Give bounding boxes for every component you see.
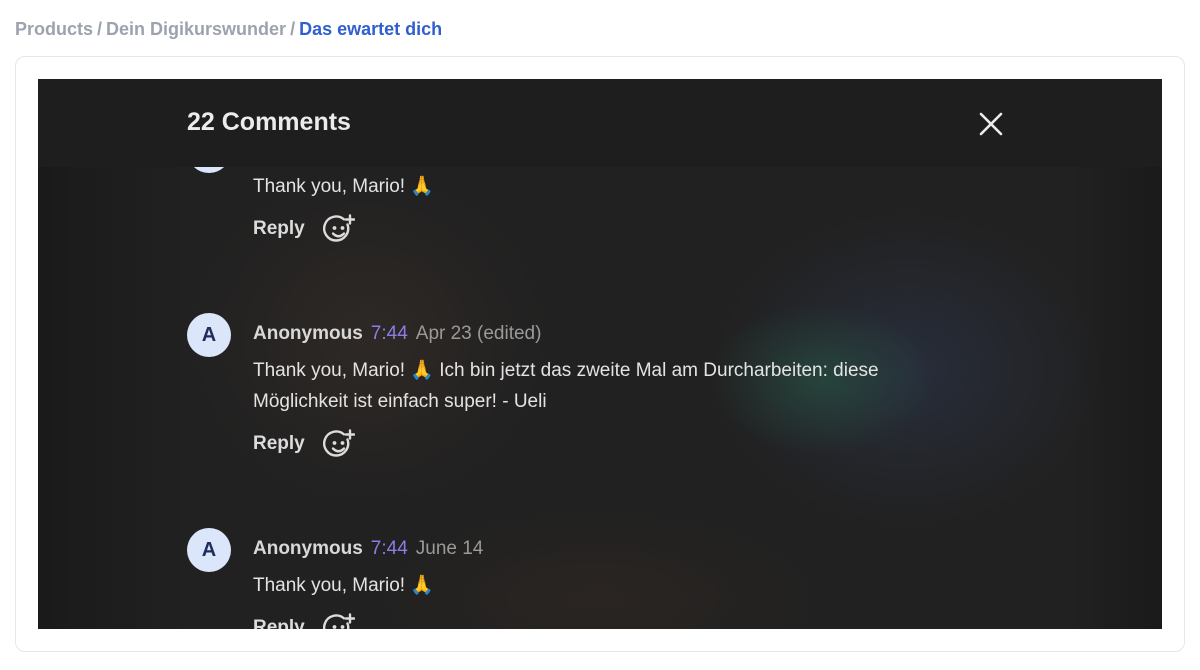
comment-date: Apr 23 (edited) xyxy=(415,323,542,344)
add-reaction-icon[interactable] xyxy=(323,613,355,629)
comments-count-title: 22 Comments xyxy=(187,108,351,136)
breadcrumb-separator: / xyxy=(290,19,296,39)
comment-timestamp-link[interactable]: 7:44 xyxy=(371,538,408,559)
comment-text: Thank you, Mario! 🙏 xyxy=(253,575,435,596)
add-reaction-icon[interactable] xyxy=(323,214,355,246)
avatar xyxy=(187,167,231,173)
comments-list[interactable]: Thank you, Mario! 🙏 Reply A Anonymous 7:… xyxy=(38,167,1162,629)
comment-meta: Anonymous 7:44 June 14 xyxy=(253,538,483,560)
add-reaction-icon[interactable] xyxy=(323,429,355,461)
breadcrumb: Products / Dein Digikurswunder / Das ewartet… xyxy=(15,19,442,40)
comments-header: 22 Comments xyxy=(38,79,1162,167)
breadcrumb-separator: / xyxy=(97,19,103,39)
comment-author: Anonymous xyxy=(253,323,363,344)
reply-button[interactable]: Reply xyxy=(253,218,305,240)
comment-text: Thank you, Mario! 🙏 xyxy=(253,176,435,197)
video-player[interactable]: Thank you, Mario! 🙏 Reply A Anonymous 7:… xyxy=(38,79,1162,629)
avatar: A xyxy=(187,313,231,357)
breadcrumb-current-lesson[interactable]: Das ewartet dich xyxy=(299,19,442,39)
avatar: A xyxy=(187,528,231,572)
comment-date: June 14 xyxy=(415,538,484,559)
comment-author: Anonymous xyxy=(253,538,363,559)
reply-button[interactable]: Reply xyxy=(253,617,305,629)
comment-text: Thank you, Mario! 🙏 Ich bin jetzt das zw… xyxy=(253,360,879,412)
comment-meta: Anonymous 7:44 Apr 23 (edited) xyxy=(253,323,541,345)
comment-timestamp-link[interactable]: 7:44 xyxy=(371,323,408,344)
breadcrumb-course[interactable]: Dein Digikurswunder xyxy=(106,19,286,39)
reply-button[interactable]: Reply xyxy=(253,433,305,455)
lesson-card: Thank you, Mario! 🙏 Reply A Anonymous 7:… xyxy=(15,56,1185,652)
close-icon[interactable] xyxy=(976,109,1006,139)
breadcrumb-products[interactable]: Products xyxy=(15,19,93,39)
